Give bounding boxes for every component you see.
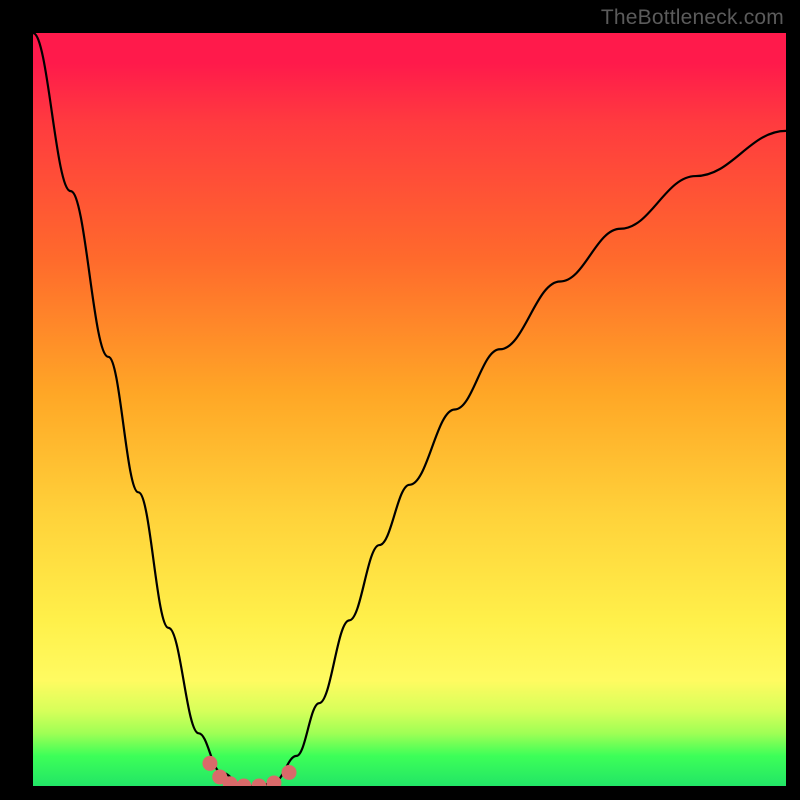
bottleneck-curve: [33, 33, 786, 786]
plot-area: [33, 33, 786, 786]
marker-dot: [236, 779, 251, 787]
chart-frame: TheBottleneck.com: [0, 0, 800, 800]
marker-dot: [251, 779, 266, 787]
curve-path: [33, 33, 786, 786]
marker-dot: [202, 756, 217, 771]
watermark-text: TheBottleneck.com: [601, 6, 784, 30]
marker-dot: [282, 765, 297, 780]
